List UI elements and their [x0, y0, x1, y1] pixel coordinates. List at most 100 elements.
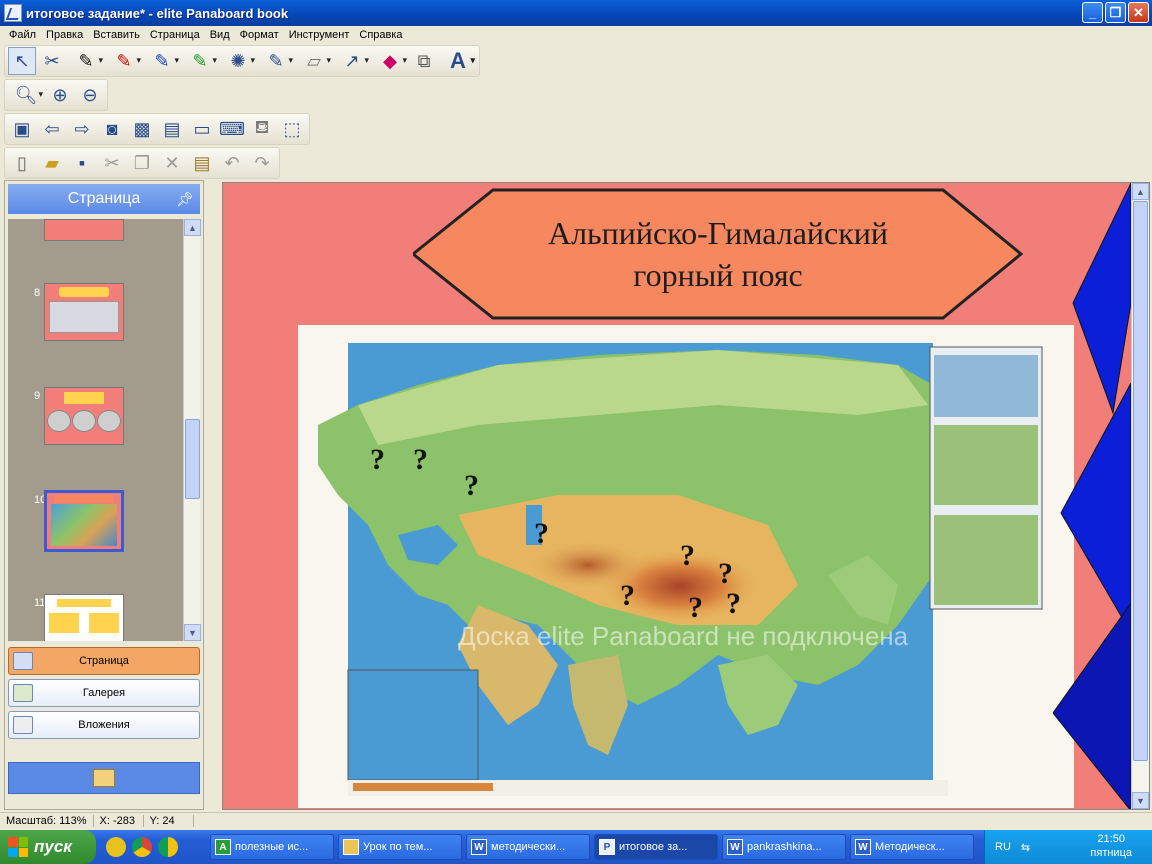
pin-icon[interactable]: 📌︎ — [176, 191, 194, 208]
stamp-icon[interactable]: ⛾ — [248, 115, 276, 143]
start-button[interactable]: пуск — [0, 830, 96, 864]
scissors-select-icon[interactable]: ✂ — [38, 47, 66, 75]
scroll-up-icon[interactable]: ▲ — [1132, 183, 1149, 200]
presentation-icon[interactable]: ▤ — [158, 115, 186, 143]
page-thumbnail-10-selected[interactable] — [44, 490, 124, 552]
taskbar-item-active[interactable]: P итоговое за... — [594, 834, 718, 860]
new-file-icon[interactable]: ▯ — [8, 149, 36, 177]
menu-page[interactable]: Страница — [145, 29, 205, 41]
question-mark[interactable]: ? — [680, 539, 695, 573]
undo-icon[interactable]: ↶ — [218, 149, 246, 177]
next-page-icon[interactable]: ⇨ — [68, 115, 96, 143]
select-arrow-icon[interactable]: ↖ — [8, 47, 36, 75]
app-icon — [4, 4, 22, 22]
copy-icon[interactable]: ❐ — [128, 149, 156, 177]
panel-folder-button[interactable] — [8, 762, 200, 794]
taskbar-item-label: полезные ис... — [235, 841, 309, 853]
page-thumbnail-8[interactable] — [44, 283, 124, 341]
taskbar-item[interactable]: W методически... — [466, 834, 590, 860]
pen-green-icon[interactable]: ✎ — [182, 47, 218, 75]
menu-tools[interactable]: Инструмент — [284, 29, 355, 41]
scroll-up-icon[interactable]: ▲ — [184, 219, 201, 236]
question-mark[interactable]: ? — [620, 579, 635, 613]
open-folder-icon[interactable]: ▰ — [38, 149, 66, 177]
question-mark[interactable]: ? — [464, 469, 479, 503]
clock[interactable]: 21:50 пятница — [1090, 832, 1132, 860]
camera-icon[interactable]: ◙ — [98, 115, 126, 143]
question-mark[interactable]: ? — [726, 587, 741, 621]
menu-file[interactable]: Файл — [4, 29, 41, 41]
zoom-in-icon[interactable]: ⊕ — [46, 81, 74, 109]
taskbar-item[interactable]: W pankrashkina... — [722, 834, 846, 860]
drawing-toolbar: ↖ ✂ ✎ ✎ ✎ ✎ ✺ ✎ ▱ ↗ ◆ ⧉ A — [4, 45, 480, 77]
menu-format[interactable]: Формат — [235, 29, 284, 41]
slide-title-line1: Альпийско-Гималайский — [547, 215, 889, 251]
question-mark[interactable]: ? — [413, 443, 428, 477]
text-icon[interactable]: A — [440, 47, 476, 75]
fullscreen-icon[interactable]: ⬚ — [278, 115, 306, 143]
previous-page-icon[interactable]: ⇦ — [38, 115, 66, 143]
tab-page[interactable]: Страница — [8, 647, 200, 675]
slide-title-hexagon[interactable]: Альпийско-Гималайский горный пояс — [413, 188, 1023, 320]
screen-capture-icon[interactable]: ▩ — [128, 115, 156, 143]
cut-icon[interactable]: ✂ — [98, 149, 126, 177]
side-navigation-shapes[interactable] — [1053, 183, 1133, 810]
chrome-icon[interactable] — [132, 837, 152, 857]
tab-gallery[interactable]: Галерея — [8, 679, 200, 707]
restore-button[interactable]: ❐ — [1105, 2, 1126, 23]
question-mark[interactable]: ? — [718, 557, 733, 591]
scroll-thumb[interactable] — [185, 419, 200, 499]
zoom-icon[interactable]: 🔍︎ — [8, 81, 44, 109]
minimize-button[interactable]: _ — [1082, 2, 1103, 23]
scroll-thumb[interactable] — [1133, 201, 1148, 761]
eraser-icon[interactable]: ▱ — [296, 47, 332, 75]
question-mark[interactable]: ? — [370, 443, 385, 477]
page-thumbnail-11[interactable] — [44, 594, 124, 641]
brush-icon[interactable]: ✺ — [220, 47, 256, 75]
menu-edit[interactable]: Правка — [41, 29, 88, 41]
monitor-icon[interactable]: ▭ — [188, 115, 216, 143]
page-thumbnail-9[interactable] — [44, 387, 124, 445]
redo-icon[interactable]: ↷ — [248, 149, 276, 177]
save-icon[interactable]: ▪ — [68, 149, 96, 177]
menu-help[interactable]: Справка — [354, 29, 407, 41]
menu-view[interactable]: Вид — [205, 29, 235, 41]
folder-icon — [93, 769, 115, 787]
menu-insert[interactable]: Вставить — [88, 29, 145, 41]
zoom-status: Масштаб: 113% — [0, 815, 94, 827]
language-indicator[interactable]: RU — [995, 841, 1011, 853]
pen-red-icon[interactable]: ✎ — [106, 47, 142, 75]
canvas-scrollbar[interactable]: ▲ ▼ — [1131, 183, 1149, 809]
shapes-icon[interactable]: ◆ — [372, 47, 408, 75]
scroll-down-icon[interactable]: ▼ — [184, 624, 201, 641]
scroll-down-icon[interactable]: ▼ — [1132, 792, 1149, 809]
quick-launch-mail-icon[interactable] — [106, 837, 126, 857]
browser-icon[interactable] — [158, 837, 178, 857]
pen-black-icon[interactable]: ✎ — [68, 47, 104, 75]
keyboard-icon[interactable]: ⌨ — [218, 115, 246, 143]
new-page-icon[interactable]: ▣ — [8, 115, 36, 143]
eurasia-physical-map[interactable]: ? ? ? ? ? ? ? ? ? Доска elite Panaboard … — [298, 325, 1074, 808]
window-title: итоговое задание* - elite Panaboard book — [26, 5, 289, 21]
slide-canvas[interactable]: Альпийско-Гималайский горный пояс ? ? ? … — [222, 182, 1150, 810]
tab-attachments[interactable]: Вложения — [8, 711, 200, 739]
taskbar-item[interactable]: W Методическ... — [850, 834, 974, 860]
page-toolbar: ▣ ⇦ ⇨ ◙ ▩ ▤ ▭ ⌨ ⛾ ⬚ — [4, 113, 310, 145]
network-icon[interactable]: ⇆ — [1021, 841, 1030, 854]
thumbnail-scrollbar[interactable]: ▲ ▼ — [183, 219, 201, 641]
question-mark[interactable]: ? — [534, 517, 549, 551]
close-button[interactable]: ✕ — [1128, 2, 1149, 23]
page-thumbnail-7[interactable] — [44, 219, 124, 241]
pen-blue-icon[interactable]: ✎ — [144, 47, 180, 75]
group-icon[interactable]: ⧉ — [410, 47, 438, 75]
highlighter-icon[interactable]: ✎ — [258, 47, 294, 75]
paste-icon[interactable]: ▤ — [188, 149, 216, 177]
line-icon[interactable]: ↗ — [334, 47, 370, 75]
y-coordinate: Y: 24 — [144, 815, 194, 827]
taskbar-item[interactable]: A полезные ис... — [210, 834, 334, 860]
question-mark[interactable]: ? — [688, 591, 703, 625]
zoom-out-icon[interactable]: ⊖ — [76, 81, 104, 109]
gallery-tab-icon — [13, 684, 33, 702]
delete-icon[interactable]: ✕ — [158, 149, 186, 177]
taskbar-item[interactable]: Урок по тем... — [338, 834, 462, 860]
